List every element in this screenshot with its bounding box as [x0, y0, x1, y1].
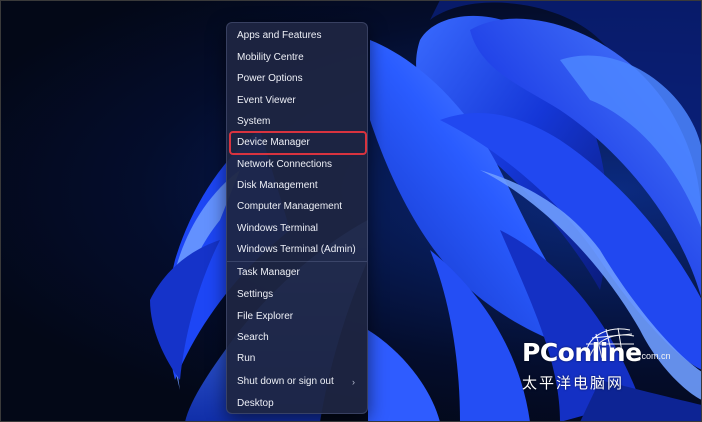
menu-item-desktop[interactable]: Desktop — [231, 394, 365, 414]
chevron-right-icon: › — [352, 377, 355, 387]
menu-item-settings[interactable]: Settings — [231, 285, 365, 305]
menu-item-shut-down-label: Shut down or sign out — [237, 376, 334, 387]
menu-item-device-manager[interactable]: Device Manager — [229, 131, 367, 155]
menu-item-computer-management[interactable]: Computer Management — [231, 197, 365, 217]
menu-item-run[interactable]: Run — [231, 349, 365, 369]
menu-item-search[interactable]: Search — [231, 328, 365, 348]
menu-separator — [227, 261, 367, 262]
menu-item-windows-terminal[interactable]: Windows Terminal — [231, 219, 365, 239]
menu-item-file-explorer[interactable]: File Explorer — [231, 307, 365, 327]
pconline-watermark: PConline .com.cn 太平洋电脑网 — [522, 327, 692, 400]
menu-item-system[interactable]: System — [231, 112, 365, 132]
menu-item-mobility-centre[interactable]: Mobility Centre — [231, 48, 365, 68]
menu-item-shut-down-or-sign-out[interactable]: Shut down or sign out › — [231, 372, 365, 392]
quick-link-menu: Apps and Features Mobility Centre Power … — [226, 22, 368, 414]
menu-item-power-options[interactable]: Power Options — [231, 69, 365, 89]
menu-item-windows-terminal-admin[interactable]: Windows Terminal (Admin) — [231, 240, 365, 260]
menu-item-apps-and-features[interactable]: Apps and Features — [231, 26, 365, 46]
desktop-screen: Apps and Features Mobility Centre Power … — [0, 0, 702, 422]
menu-item-network-connections[interactable]: Network Connections — [231, 155, 365, 175]
watermark-brand: PConline — [522, 338, 642, 367]
watermark-domain: .com.cn — [639, 351, 671, 361]
menu-item-event-viewer[interactable]: Event Viewer — [231, 91, 365, 111]
menu-item-disk-management[interactable]: Disk Management — [231, 176, 365, 196]
menu-item-task-manager[interactable]: Task Manager — [231, 263, 365, 283]
watermark-chinese-name: 太平洋电脑网 — [522, 374, 625, 392]
